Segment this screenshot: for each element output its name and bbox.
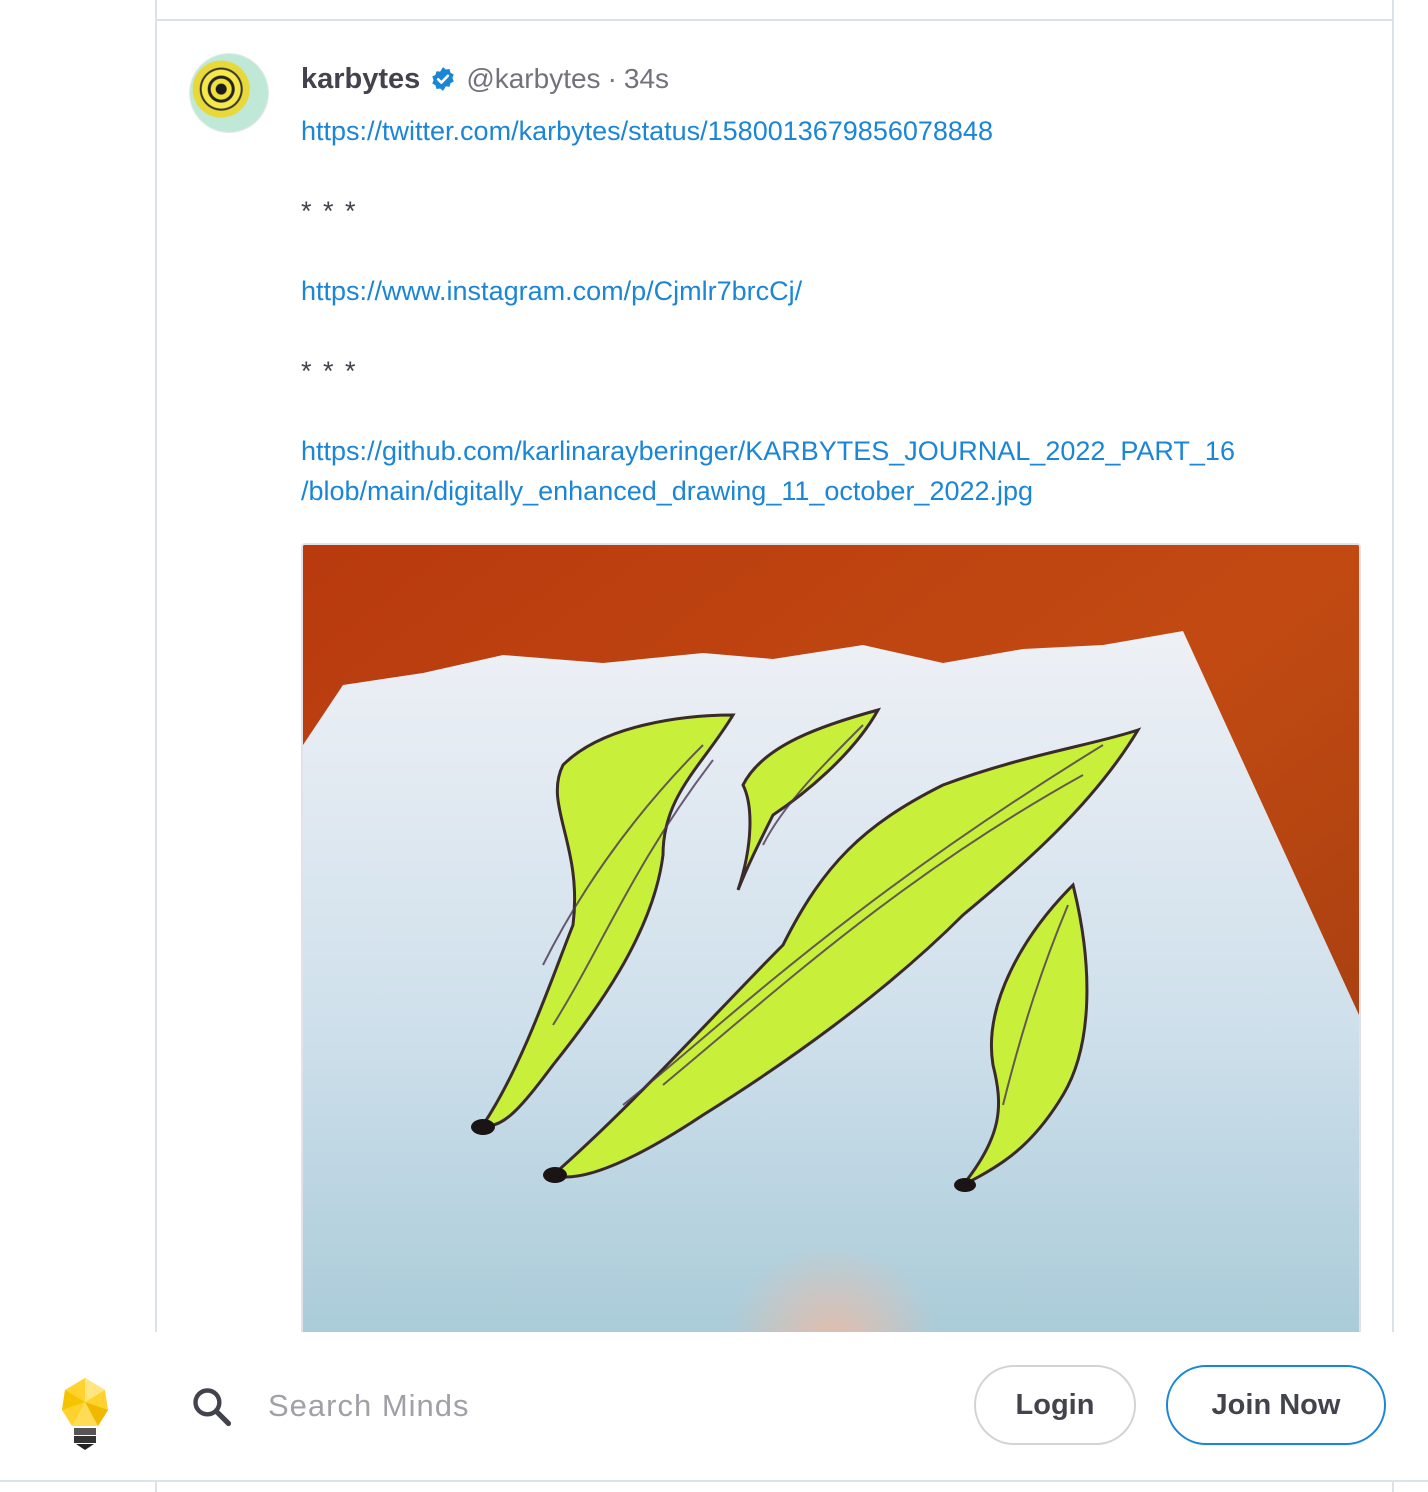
activity-post: karbytes @karbytes · 34s https://twitter… [157,21,1392,1332]
search-icon[interactable] [190,1385,234,1429]
post-time[interactable]: 34s [624,63,669,95]
github-link-line1: https://github.com/karlinarayberinger/KA… [301,436,1235,466]
post-header: karbytes @karbytes · 34s [301,59,669,99]
twitter-link[interactable]: https://twitter.com/karbytes/status/1580… [301,116,993,146]
github-link-line2: /blob/main/digitally_enhanced_drawing_11… [301,476,1034,506]
search-input[interactable] [268,1380,828,1432]
author-name[interactable]: karbytes [301,63,420,96]
join-now-button[interactable]: Join Now [1166,1365,1386,1445]
login-button[interactable]: Login [974,1365,1136,1445]
author-handle[interactable]: @karbytes [466,63,600,95]
post-image[interactable] [301,543,1361,1332]
minds-logo-icon[interactable] [60,1378,110,1450]
divider [0,1480,1428,1482]
separator-stars: * * * [301,356,358,386]
github-link[interactable]: https://github.com/karlinarayberinger/KA… [301,436,1235,506]
separator-dot: · [607,63,617,94]
feed-column: karbytes @karbytes · 34s https://twitter… [155,0,1394,1492]
instagram-link[interactable]: https://www.instagram.com/p/Cjmlr7brcCj/ [301,276,802,306]
separator-stars: * * * [301,196,358,226]
leaf-drawing-image [303,545,1359,1332]
post-body: https://twitter.com/karbytes/status/1580… [301,111,1361,511]
left-rail [0,0,155,1492]
avatar[interactable] [190,54,268,132]
verified-badge-icon [432,67,455,91]
